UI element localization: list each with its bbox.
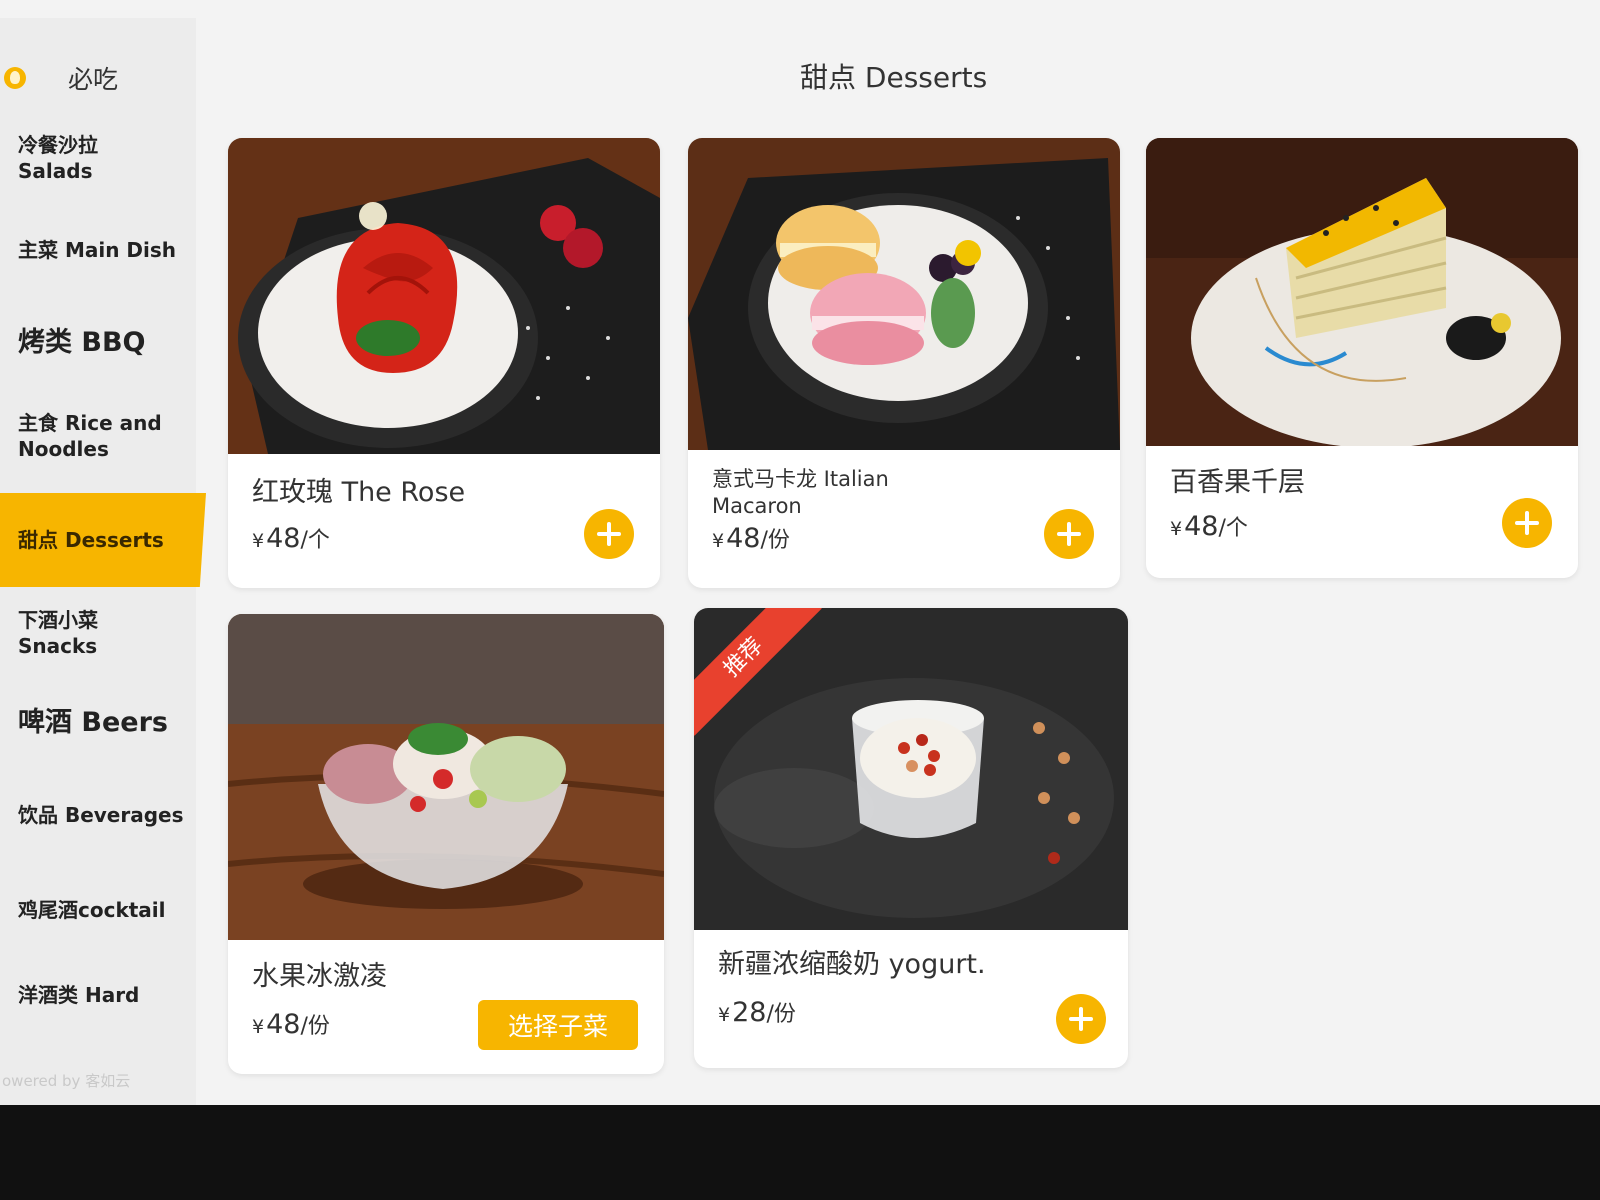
- sidebar-item-label: Snacks: [18, 634, 98, 658]
- menu-screen: 必吃 冷餐沙拉 Salads 主菜 Main Dish 烤类 BBQ 主食 Ri…: [0, 0, 1600, 1105]
- page-title: 甜点 Desserts: [800, 61, 988, 94]
- price-unit: /个: [300, 528, 330, 553]
- dish-price: ¥48/个: [1170, 510, 1248, 542]
- dish-name-line: Macaron: [712, 494, 802, 518]
- currency-symbol: ¥: [1170, 518, 1183, 540]
- powered-by-text: owered by 客如云: [2, 1072, 131, 1090]
- price-value: 48: [1184, 511, 1219, 542]
- sidebar-item-must-eat[interactable]: 必吃: [0, 48, 196, 108]
- sidebar-item-label: 甜点 Desserts: [18, 528, 164, 552]
- dish-name: 意式马卡龙 Italian Macaron: [712, 466, 889, 520]
- sidebar-item-label: 主食 Rice and: [18, 411, 162, 435]
- dish-name: 水果冰激凌: [252, 961, 387, 992]
- price-value: 28: [732, 997, 767, 1028]
- dish-price: ¥48/份: [712, 522, 790, 554]
- dish-name: 新疆浓缩酸奶 yogurt.: [718, 949, 986, 980]
- sidebar-item-desserts[interactable]: 甜点 Desserts: [0, 493, 206, 587]
- sidebar-item-snacks[interactable]: 下酒小菜 Snacks: [0, 603, 196, 663]
- dish-name-line: 意式马卡龙 Italian: [712, 467, 889, 491]
- sidebar-item-label: 下酒小菜: [18, 608, 98, 632]
- sidebar-item-label: 洋酒类 Hard: [18, 983, 140, 1007]
- currency-symbol: ¥: [712, 530, 725, 552]
- sidebar-item-label: 啤酒 Beers: [18, 707, 168, 738]
- price-unit: /份: [300, 1014, 330, 1039]
- sidebar-item-label: Salads: [18, 159, 93, 183]
- currency-symbol: ¥: [252, 530, 265, 552]
- dish-image-rose: [228, 138, 660, 454]
- dish-name: 红玫瑰 The Rose: [252, 477, 466, 508]
- sidebar-item-label: 冷餐沙拉: [18, 133, 98, 157]
- dish-image-yogurt: 推荐: [694, 608, 1128, 930]
- price-value: 48: [266, 1009, 301, 1040]
- price-unit: /份: [766, 1002, 796, 1027]
- flame-icon: [4, 67, 26, 89]
- sidebar-item-beers[interactable]: 啤酒 Beers: [0, 698, 196, 748]
- dish-image-crepe-cake: [1146, 138, 1578, 446]
- dish-card-yogurt[interactable]: 推荐 新疆浓缩酸奶 yogurt. ¥28/份: [694, 608, 1128, 1068]
- sidebar-item-salads[interactable]: 冷餐沙拉 Salads: [0, 128, 196, 188]
- dish-price: ¥48/份: [252, 1008, 330, 1040]
- sidebar-item-label: 饮品 Beverages: [18, 803, 184, 827]
- dish-name: 百香果千层: [1170, 467, 1305, 498]
- price-value: 48: [726, 523, 761, 554]
- currency-symbol: ¥: [718, 1004, 731, 1026]
- add-to-cart-button[interactable]: [1044, 509, 1094, 559]
- price-unit: /个: [1218, 516, 1248, 541]
- sidebar-item-main-dish[interactable]: 主菜 Main Dish: [0, 228, 196, 272]
- dish-image-macaron: [688, 138, 1120, 450]
- dish-price: ¥28/份: [718, 996, 796, 1028]
- sidebar-item-label: 主菜 Main Dish: [18, 238, 177, 262]
- dish-card-rose[interactable]: 红玫瑰 The Rose ¥48/个: [228, 138, 660, 588]
- dish-card-macaron[interactable]: 意式马卡龙 Italian Macaron ¥48/份: [688, 138, 1120, 588]
- sidebar-item-label: 必吃: [68, 65, 119, 94]
- currency-symbol: ¥: [252, 1016, 265, 1038]
- add-to-cart-button[interactable]: [584, 509, 634, 559]
- price-value: 48: [266, 523, 301, 554]
- sidebar-item-bbq[interactable]: 烤类 BBQ: [0, 318, 196, 368]
- price-unit: /份: [760, 528, 790, 553]
- sidebar-item-rice-noodles[interactable]: 主食 Rice and Noodles: [0, 406, 196, 466]
- add-to-cart-button[interactable]: [1502, 498, 1552, 548]
- sidebar-item-cocktail[interactable]: 鸡尾酒cocktail: [0, 888, 196, 932]
- sidebar-item-label: 烤类 BBQ: [18, 327, 146, 358]
- add-to-cart-button[interactable]: [1056, 994, 1106, 1044]
- sidebar-item-hard-liquor[interactable]: 洋酒类 Hard: [0, 973, 196, 1017]
- dish-image-ice-cream: [228, 614, 664, 940]
- choose-side-dish-button[interactable]: 选择子菜: [478, 1000, 638, 1050]
- sidebar-item-beverages[interactable]: 饮品 Beverages: [0, 793, 196, 837]
- dish-price: ¥48/个: [252, 522, 330, 554]
- sidebar-item-label: Noodles: [18, 437, 109, 461]
- dish-card-crepe-cake[interactable]: 百香果千层 ¥48/个: [1146, 138, 1578, 578]
- dish-card-ice-cream[interactable]: 水果冰激凌 ¥48/份 选择子菜: [228, 614, 664, 1074]
- category-sidebar: 必吃 冷餐沙拉 Salads 主菜 Main Dish 烤类 BBQ 主食 Ri…: [0, 18, 206, 1105]
- sidebar-item-label: 鸡尾酒cocktail: [18, 898, 166, 922]
